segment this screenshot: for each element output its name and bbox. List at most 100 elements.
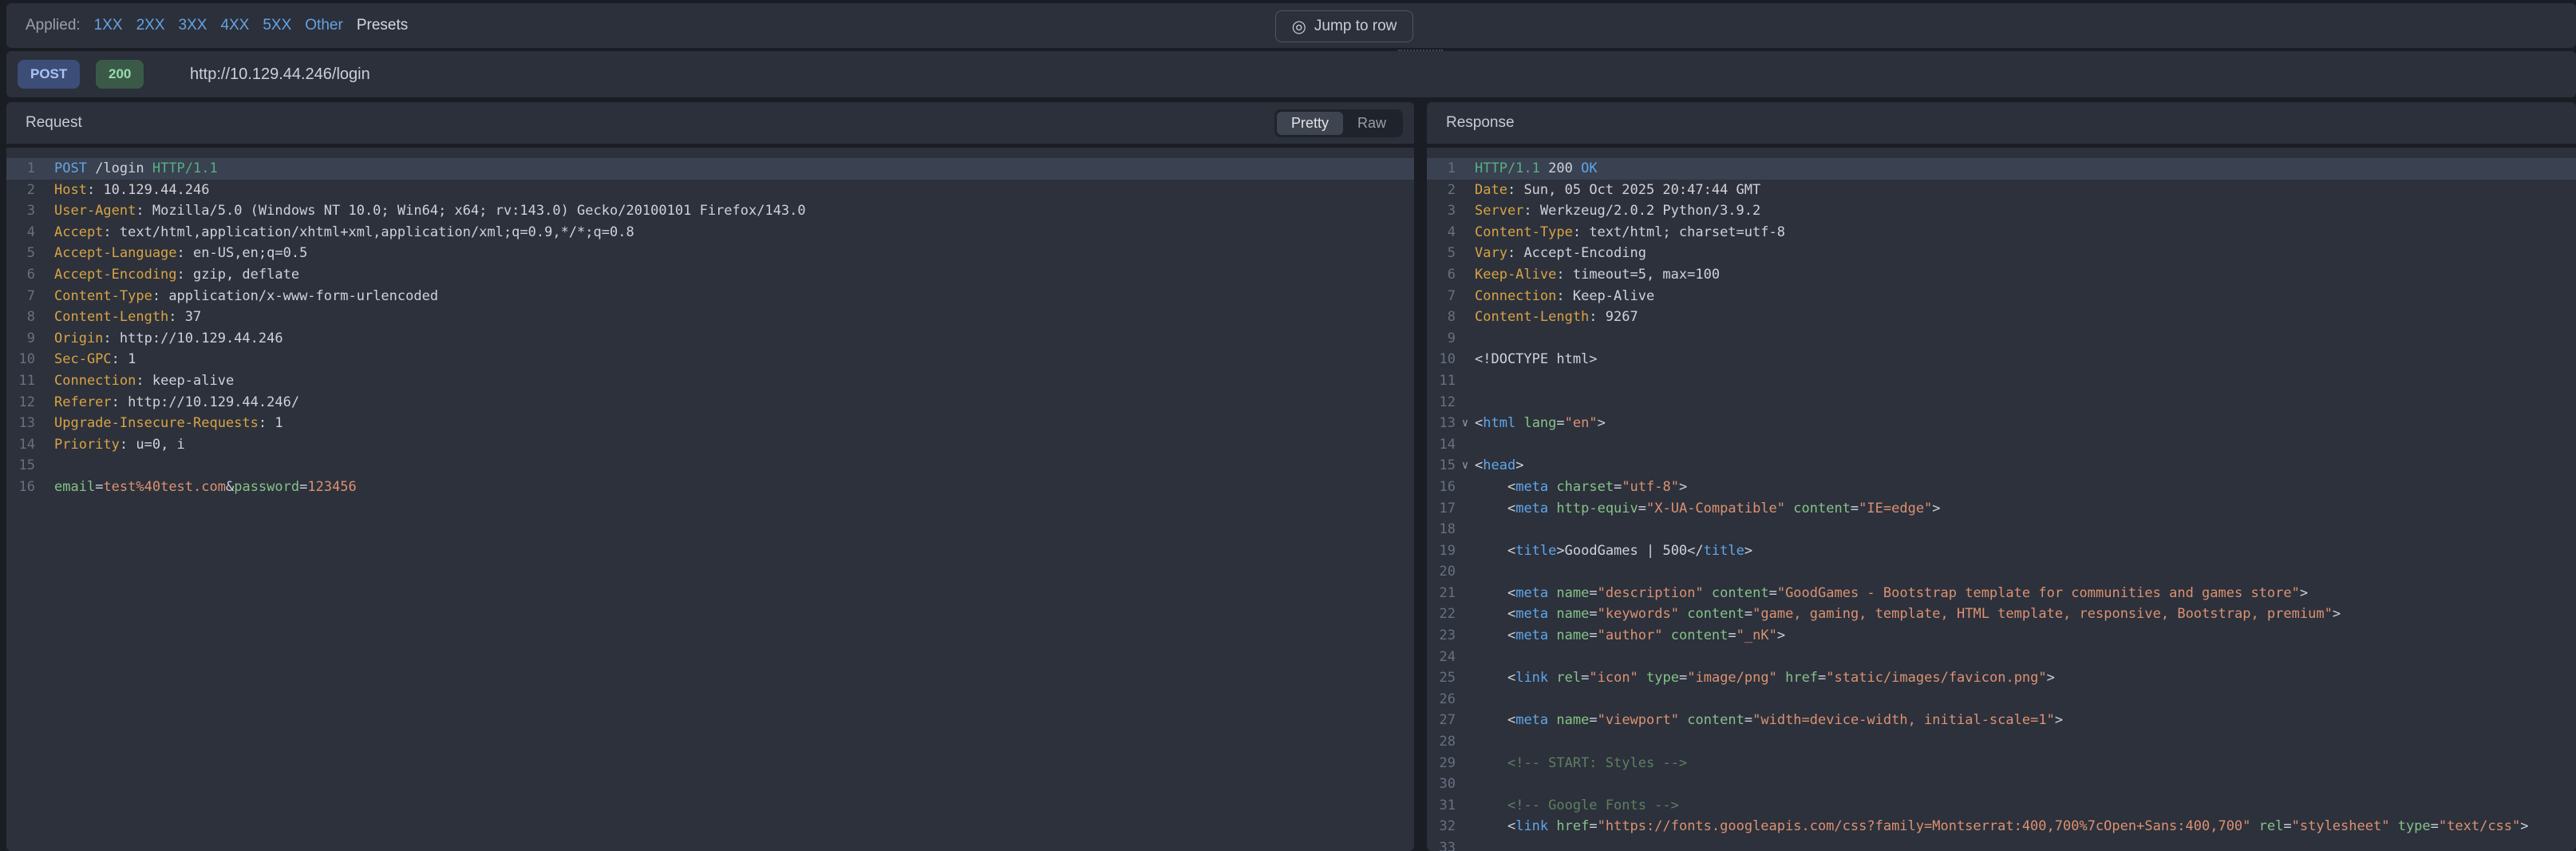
code-line: 18 xyxy=(1427,519,2576,540)
code-line: 23 <meta name="author" content="_nK"> xyxy=(1427,625,2576,647)
code-line: 12Referer: http://10.129.44.246/ xyxy=(6,392,1414,414)
code-text: Keep-Alive: timeout=5, max=100 xyxy=(1475,264,2576,286)
code-text xyxy=(1475,837,2576,851)
filter-1xx[interactable]: 1XX xyxy=(94,17,123,34)
response-panel-header: Response xyxy=(1427,102,2576,144)
response-editor[interactable]: 1HTTP/1.1 200 OK2Date: Sun, 05 Oct 2025 … xyxy=(1427,148,2576,851)
code-text xyxy=(1475,774,2576,795)
filter-2xx[interactable]: 2XX xyxy=(136,17,165,34)
code-text: Origin: http://10.129.44.246 xyxy=(54,328,1414,350)
line-number: 5 xyxy=(1427,243,1456,264)
fold-spacer xyxy=(1456,710,1475,731)
presets-button[interactable]: Presets xyxy=(357,17,408,34)
code-text: Accept: text/html,application/xhtml+xml,… xyxy=(54,222,1414,243)
code-text: Sec-GPC: 1 xyxy=(54,349,1414,370)
code-line: 10Sec-GPC: 1 xyxy=(6,349,1414,370)
code-line: 15 xyxy=(6,455,1414,477)
line-number: 4 xyxy=(1427,222,1456,243)
fold-spacer xyxy=(35,200,54,222)
code-line: 7Connection: Keep-Alive xyxy=(1427,286,2576,307)
line-number: 33 xyxy=(1427,837,1456,851)
line-number: 14 xyxy=(6,434,35,456)
line-number: 5 xyxy=(6,243,35,264)
code-line: 33 xyxy=(1427,837,2576,851)
fold-spacer xyxy=(35,158,54,180)
line-number: 30 xyxy=(1427,774,1456,795)
fold-spacer xyxy=(35,264,54,286)
code-text: <html lang="en"> xyxy=(1475,413,2576,434)
code-text: <head> xyxy=(1475,455,2576,477)
code-text xyxy=(1475,392,2576,414)
code-line: 12 xyxy=(1427,392,2576,414)
line-number: 11 xyxy=(6,370,35,392)
fold-spacer xyxy=(1456,731,1475,753)
line-number: 10 xyxy=(1427,349,1456,370)
jump-to-row-button[interactable]: ◎ Jump to row xyxy=(1275,10,1413,42)
code-text: Accept-Language: en-US,en;q=0.5 xyxy=(54,243,1414,264)
filter-other[interactable]: Other xyxy=(305,17,343,34)
view-mode-toggle: Pretty Raw xyxy=(1274,109,1403,137)
fold-chevron-icon[interactable]: ∨ xyxy=(1456,455,1475,477)
code-line: 27 <meta name="viewport" content="width=… xyxy=(1427,710,2576,731)
code-text xyxy=(1475,561,2576,583)
raw-tab[interactable]: Raw xyxy=(1343,112,1401,135)
filter-4xx[interactable]: 4XX xyxy=(220,17,249,34)
fold-spacer xyxy=(35,370,54,392)
code-line: 32 <link href="https://fonts.googleapis.… xyxy=(1427,816,2576,837)
fold-spacer xyxy=(1456,200,1475,222)
fold-spacer xyxy=(1456,625,1475,647)
fold-spacer xyxy=(1456,286,1475,307)
code-text: Content-Type: text/html; charset=utf-8 xyxy=(1475,222,2576,243)
code-line: 17 <meta http-equiv="X-UA-Compatible" co… xyxy=(1427,498,2576,520)
line-number: 17 xyxy=(1427,498,1456,520)
code-text: Accept-Encoding: gzip, deflate xyxy=(54,264,1414,286)
code-line: 3 Server: Werkzeug/2.0.2 Python/3.9.2 xyxy=(1427,200,2576,222)
line-number: 7 xyxy=(1427,286,1456,307)
request-editor[interactable]: 1POST /login HTTP/1.12Host: 10.129.44.24… xyxy=(6,148,1414,851)
panel-splitter[interactable] xyxy=(1414,102,1427,851)
line-number: 18 xyxy=(1427,519,1456,540)
line-number: 32 xyxy=(1427,816,1456,837)
fold-spacer xyxy=(35,180,54,201)
fold-spacer xyxy=(1456,158,1475,180)
code-line: 7Content-Type: application/x-www-form-ur… xyxy=(6,286,1414,307)
code-line: 30 xyxy=(1427,774,2576,795)
fold-spacer xyxy=(35,413,54,434)
code-line: 28 xyxy=(1427,731,2576,753)
fold-spacer xyxy=(1456,222,1475,243)
fold-spacer xyxy=(1456,264,1475,286)
code-line-selected: 1POST /login HTTP/1.1 xyxy=(6,158,1414,180)
fold-spacer xyxy=(35,222,54,243)
pretty-tab[interactable]: Pretty xyxy=(1277,112,1343,135)
code-line: 4 Content-Type: text/html; charset=utf-8 xyxy=(1427,222,2576,243)
line-number: 1 xyxy=(6,158,35,180)
fold-spacer xyxy=(1456,392,1475,414)
response-panel-title: Response xyxy=(1446,102,1515,144)
fold-spacer xyxy=(35,349,54,370)
filter-3xx[interactable]: 3XX xyxy=(179,17,207,34)
code-text: Date: Sun, 05 Oct 2025 20:47:44 GMT xyxy=(1475,180,2576,201)
code-text xyxy=(1475,689,2576,710)
code-text: Server: Werkzeug/2.0.2 Python/3.9.2 xyxy=(1475,200,2576,222)
applied-label: Applied: xyxy=(26,17,81,34)
code-line: 5Vary: Accept-Encoding xyxy=(1427,243,2576,264)
filter-5xx[interactable]: 5XX xyxy=(263,17,291,34)
code-line: 10<!DOCTYPE html> xyxy=(1427,349,2576,370)
code-text: <meta name="keywords" content="game, gam… xyxy=(1475,604,2576,625)
line-number: 3 xyxy=(6,200,35,222)
fold-chevron-icon[interactable]: ∨ xyxy=(1456,413,1475,434)
fold-spacer xyxy=(1456,349,1475,370)
line-number: 15 xyxy=(6,455,35,477)
line-number: 31 xyxy=(1427,795,1456,817)
line-number: 8 xyxy=(6,307,35,328)
line-number: 8 xyxy=(1427,307,1456,328)
line-number: 3 xyxy=(1427,200,1456,222)
line-number: 15 xyxy=(1427,455,1456,477)
code-text xyxy=(1475,434,2576,456)
code-text: HTTP/1.1 200 OK xyxy=(1475,158,2576,180)
code-text: Content-Length: 37 xyxy=(54,307,1414,328)
line-number: 6 xyxy=(1427,264,1456,286)
code-line: 8Content-Length: 9267 xyxy=(1427,307,2576,328)
filter-bar: Applied: 1XX 2XX 3XX 4XX 5XX Other Prese… xyxy=(6,3,2576,48)
code-line: 24 xyxy=(1427,647,2576,668)
